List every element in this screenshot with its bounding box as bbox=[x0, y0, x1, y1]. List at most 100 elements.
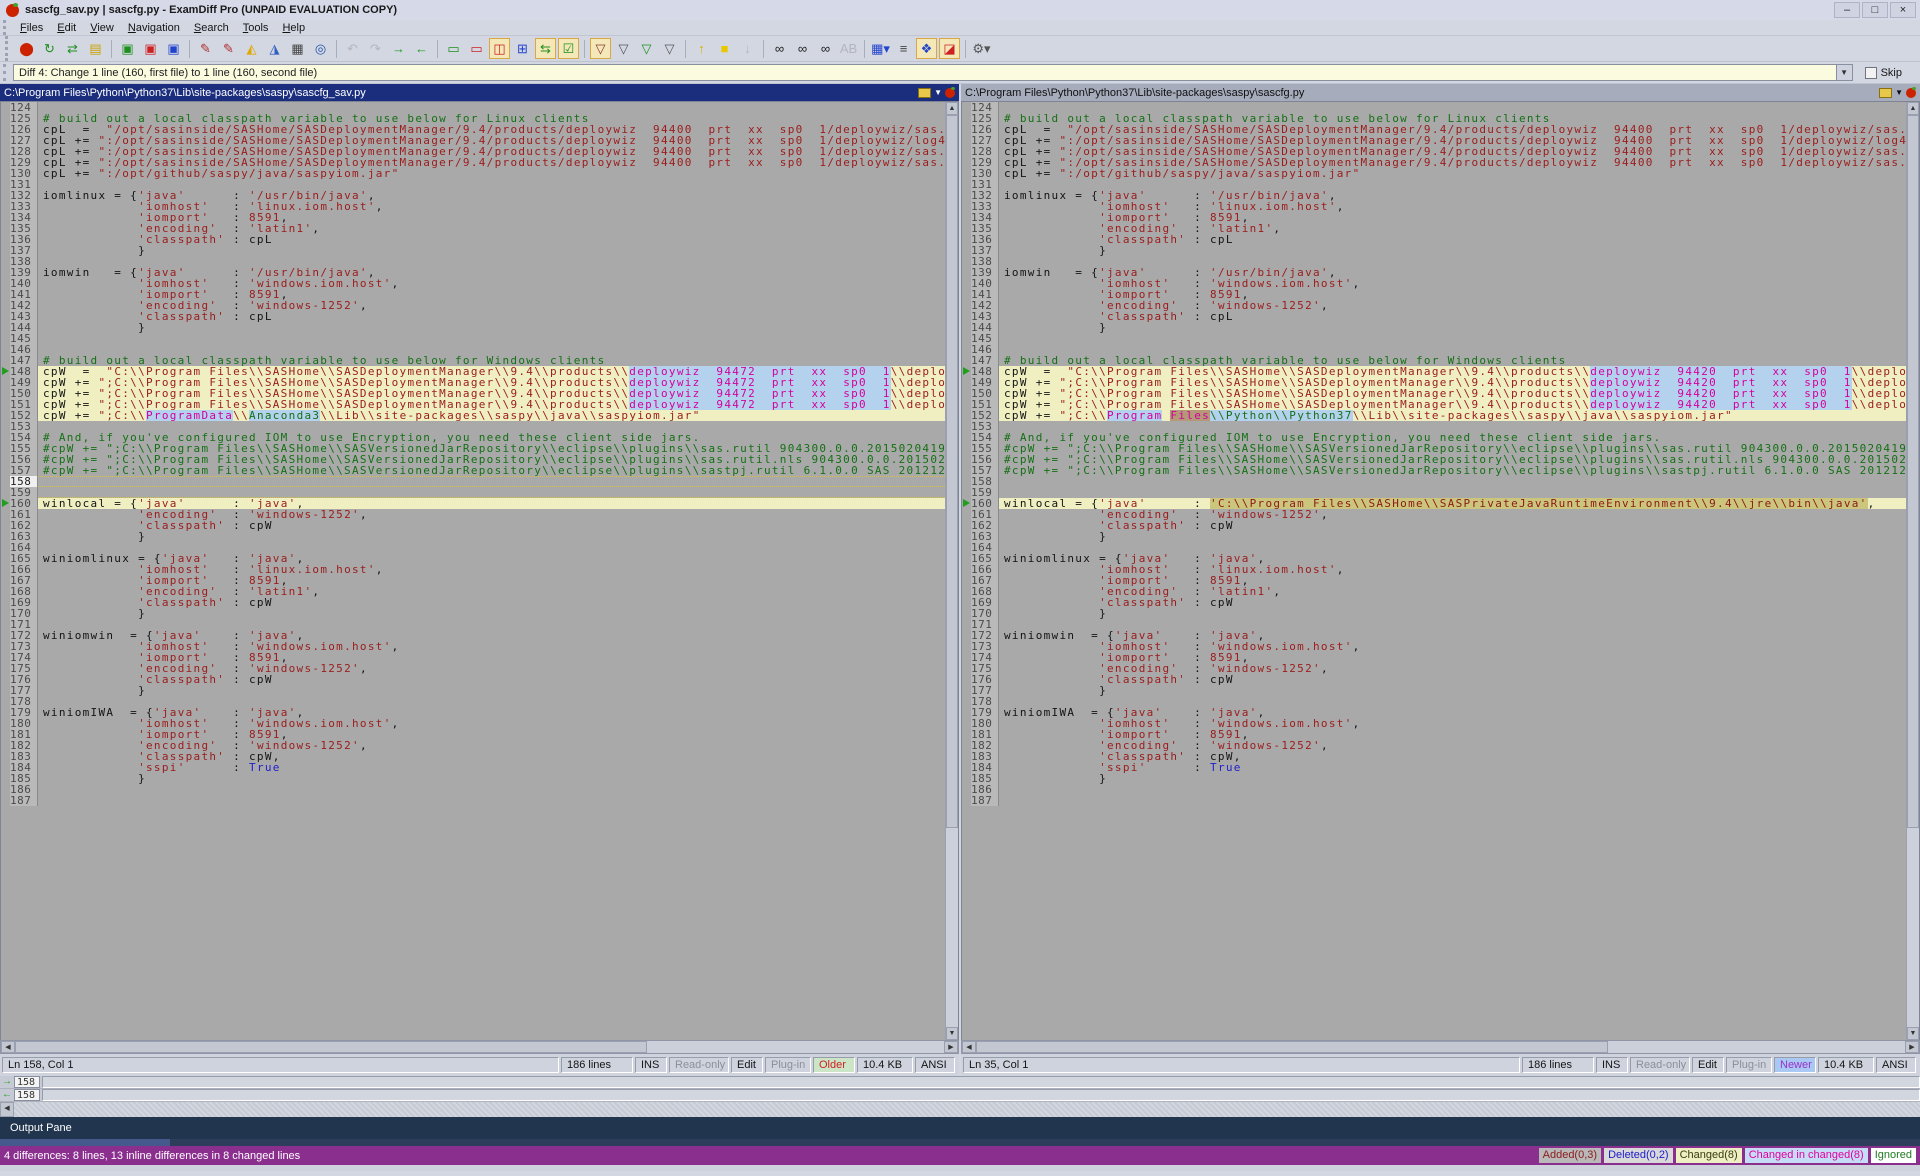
code-line: 162 'classpath' : cpW bbox=[1, 520, 945, 531]
code-line: 184 'sspi' : True bbox=[1, 762, 945, 773]
second-file-horizontal-scrollbar[interactable]: ◀ ▶ bbox=[961, 1040, 1920, 1054]
match-case-icon[interactable]: AB bbox=[838, 38, 859, 59]
diff-combo-dropdown-icon[interactable]: ▼ bbox=[1836, 64, 1853, 81]
synchronize-scrolling-icon[interactable]: ⇆ bbox=[535, 38, 556, 59]
first-file-horizontal-scrollbar[interactable]: ◀ ▶ bbox=[0, 1040, 959, 1054]
scroll-right-icon[interactable]: ▶ bbox=[1905, 1041, 1919, 1053]
code-line: 132iomlinux = {'java' : '/usr/bin/java', bbox=[1, 190, 945, 201]
code-line: 179winiomIWA = {'java' : 'java', bbox=[962, 707, 1906, 718]
vertical-scroll-thumb[interactable] bbox=[1907, 115, 1919, 828]
save-diff-second-icon[interactable]: ◮ bbox=[264, 38, 285, 59]
filter-changed-icon[interactable]: ▽ bbox=[659, 38, 680, 59]
save-diff-first-icon[interactable]: ◭ bbox=[241, 38, 262, 59]
menu-tools[interactable]: Tools bbox=[236, 21, 276, 35]
code-line: 180 'iomhost' : 'windows.iom.host', bbox=[962, 718, 1906, 729]
save-all-icon[interactable]: ▣ bbox=[163, 38, 184, 59]
print-preview-icon[interactable]: ◎ bbox=[310, 38, 331, 59]
file-options-icon[interactable] bbox=[918, 88, 931, 98]
toolbar-grip[interactable] bbox=[5, 36, 12, 61]
code-line: 157#cpW += ";C:\\Program Files\\SASHome\… bbox=[1, 465, 945, 476]
filter-added-icon[interactable]: ▽ bbox=[613, 38, 634, 59]
show-second-only-icon[interactable]: ▭ bbox=[466, 38, 487, 59]
mini-editor-scrollbar[interactable]: ◀ bbox=[0, 1102, 1920, 1117]
open-icon[interactable]: ▤ bbox=[85, 38, 106, 59]
horizontal-scroll-thumb[interactable] bbox=[976, 1041, 1608, 1053]
find-next-icon[interactable]: ∞ bbox=[792, 38, 813, 59]
menu-edit[interactable]: Edit bbox=[50, 21, 83, 35]
scroll-left-icon[interactable]: ◀ bbox=[0, 1102, 14, 1117]
scroll-up-icon[interactable]: ▲ bbox=[946, 102, 958, 115]
menu-view[interactable]: View bbox=[83, 21, 121, 35]
scroll-down-icon[interactable]: ▼ bbox=[946, 1027, 958, 1040]
find-icon[interactable]: ∞ bbox=[769, 38, 790, 59]
compare-icon[interactable]: ⬤ bbox=[16, 38, 37, 59]
show-checkboxes-icon[interactable]: ☑ bbox=[558, 38, 579, 59]
status-readonly: Read-only bbox=[669, 1057, 729, 1073]
print-icon[interactable]: ▦ bbox=[287, 38, 308, 59]
first-file-header[interactable]: C:\Program Files\Python\Python37\Lib\sit… bbox=[0, 84, 959, 101]
vertical-scroll-thumb[interactable] bbox=[946, 115, 958, 828]
file-options-dropdown-icon[interactable]: ▼ bbox=[1895, 88, 1903, 97]
current-diff-combo[interactable]: Diff 4: Change 1 line (160, first file) … bbox=[13, 64, 1836, 81]
next-difference-icon[interactable]: → bbox=[388, 38, 409, 59]
split-view-icon[interactable]: ◫ bbox=[489, 38, 510, 59]
view-options-icon[interactable]: ▦▾ bbox=[870, 38, 891, 59]
scroll-left-icon[interactable]: ◀ bbox=[962, 1041, 976, 1053]
line-details-icon[interactable]: ≡ bbox=[893, 38, 914, 59]
current-line-field[interactable] bbox=[42, 1089, 1920, 1101]
filter-all-diffs-icon[interactable]: ▽ bbox=[590, 38, 611, 59]
scroll-left-icon[interactable]: ◀ bbox=[1, 1041, 15, 1053]
filter-deleted-icon[interactable]: ▽ bbox=[636, 38, 657, 59]
code-line: 175 'encoding' : 'windows-1252', bbox=[1, 663, 945, 674]
file-options-dropdown-icon[interactable]: ▼ bbox=[934, 88, 942, 97]
line-number: 187 bbox=[10, 795, 38, 806]
code-line: 157#cpW += ";C:\\Program Files\\SASHome\… bbox=[962, 465, 1906, 476]
move-up-icon[interactable]: ↑ bbox=[691, 38, 712, 59]
code-line: 169 'classpath' : cpW bbox=[962, 597, 1906, 608]
find-previous-icon[interactable]: ∞ bbox=[815, 38, 836, 59]
save-first-file-icon[interactable]: ▣ bbox=[117, 38, 138, 59]
redo-icon[interactable]: ↷ bbox=[365, 38, 386, 59]
status-age: Newer bbox=[1774, 1057, 1816, 1073]
diffbar-grip[interactable] bbox=[3, 64, 10, 81]
previous-difference-icon[interactable]: ← bbox=[411, 38, 432, 59]
move-down-icon[interactable]: ↓ bbox=[737, 38, 758, 59]
menu-files[interactable]: Files bbox=[13, 21, 50, 35]
recompare-icon[interactable]: ↻ bbox=[39, 38, 60, 59]
copy-line-arrow-icon[interactable]: ← bbox=[0, 1089, 14, 1101]
edit-second-file-icon[interactable]: ✎ bbox=[218, 38, 239, 59]
menu-navigation[interactable]: Navigation bbox=[121, 21, 187, 35]
skip-checkbox[interactable] bbox=[1865, 67, 1877, 79]
edit-first-file-icon[interactable]: ✎ bbox=[195, 38, 216, 59]
scroll-right-icon[interactable]: ▶ bbox=[944, 1041, 958, 1053]
maximize-button[interactable]: □ bbox=[1862, 2, 1888, 18]
show-first-only-icon[interactable]: ▭ bbox=[443, 38, 464, 59]
scroll-down-icon[interactable]: ▼ bbox=[1907, 1027, 1919, 1040]
recompare-swapped-icon[interactable]: ⇄ bbox=[62, 38, 83, 59]
menu-search[interactable]: Search bbox=[187, 21, 236, 35]
edit-mode-icon[interactable]: ◪ bbox=[939, 38, 960, 59]
close-button[interactable]: × bbox=[1890, 2, 1916, 18]
second-file-code-area[interactable]: 124125# build out a local classpath vari… bbox=[962, 102, 1906, 1040]
current-line-field[interactable] bbox=[42, 1076, 1920, 1088]
horizontal-scroll-thumb[interactable] bbox=[15, 1041, 647, 1053]
current-block-icon[interactable]: ■ bbox=[714, 38, 735, 59]
second-file-header[interactable]: C:\Program Files\Python\Python37\Lib\sit… bbox=[961, 84, 1920, 101]
menu-help[interactable]: Help bbox=[275, 21, 312, 35]
grid-view-icon[interactable]: ⊞ bbox=[512, 38, 533, 59]
undo-icon[interactable]: ↶ bbox=[342, 38, 363, 59]
first-file-vertical-scrollbar[interactable]: ▲ ▼ bbox=[945, 102, 958, 1040]
menubar-grip[interactable] bbox=[3, 20, 10, 35]
settings-icon[interactable]: ⚙▾ bbox=[971, 38, 992, 59]
second-file-vertical-scrollbar[interactable]: ▲ ▼ bbox=[1906, 102, 1919, 1040]
file-options-icon[interactable] bbox=[1879, 88, 1892, 98]
scroll-up-icon[interactable]: ▲ bbox=[1907, 102, 1919, 115]
first-file-code-area[interactable]: 124125# build out a local classpath vari… bbox=[1, 102, 945, 1040]
minimize-button[interactable]: – bbox=[1834, 2, 1860, 18]
current-line-number: 158 bbox=[14, 1089, 40, 1101]
save-second-file-icon[interactable]: ▣ bbox=[140, 38, 161, 59]
code-line: 139iomwin = {'java' : '/usr/bin/java', bbox=[1, 267, 945, 278]
plugins-icon[interactable]: ❖ bbox=[916, 38, 937, 59]
copy-line-arrow-icon[interactable]: → bbox=[0, 1076, 14, 1088]
output-pane-header[interactable]: Output Pane bbox=[0, 1117, 1920, 1139]
